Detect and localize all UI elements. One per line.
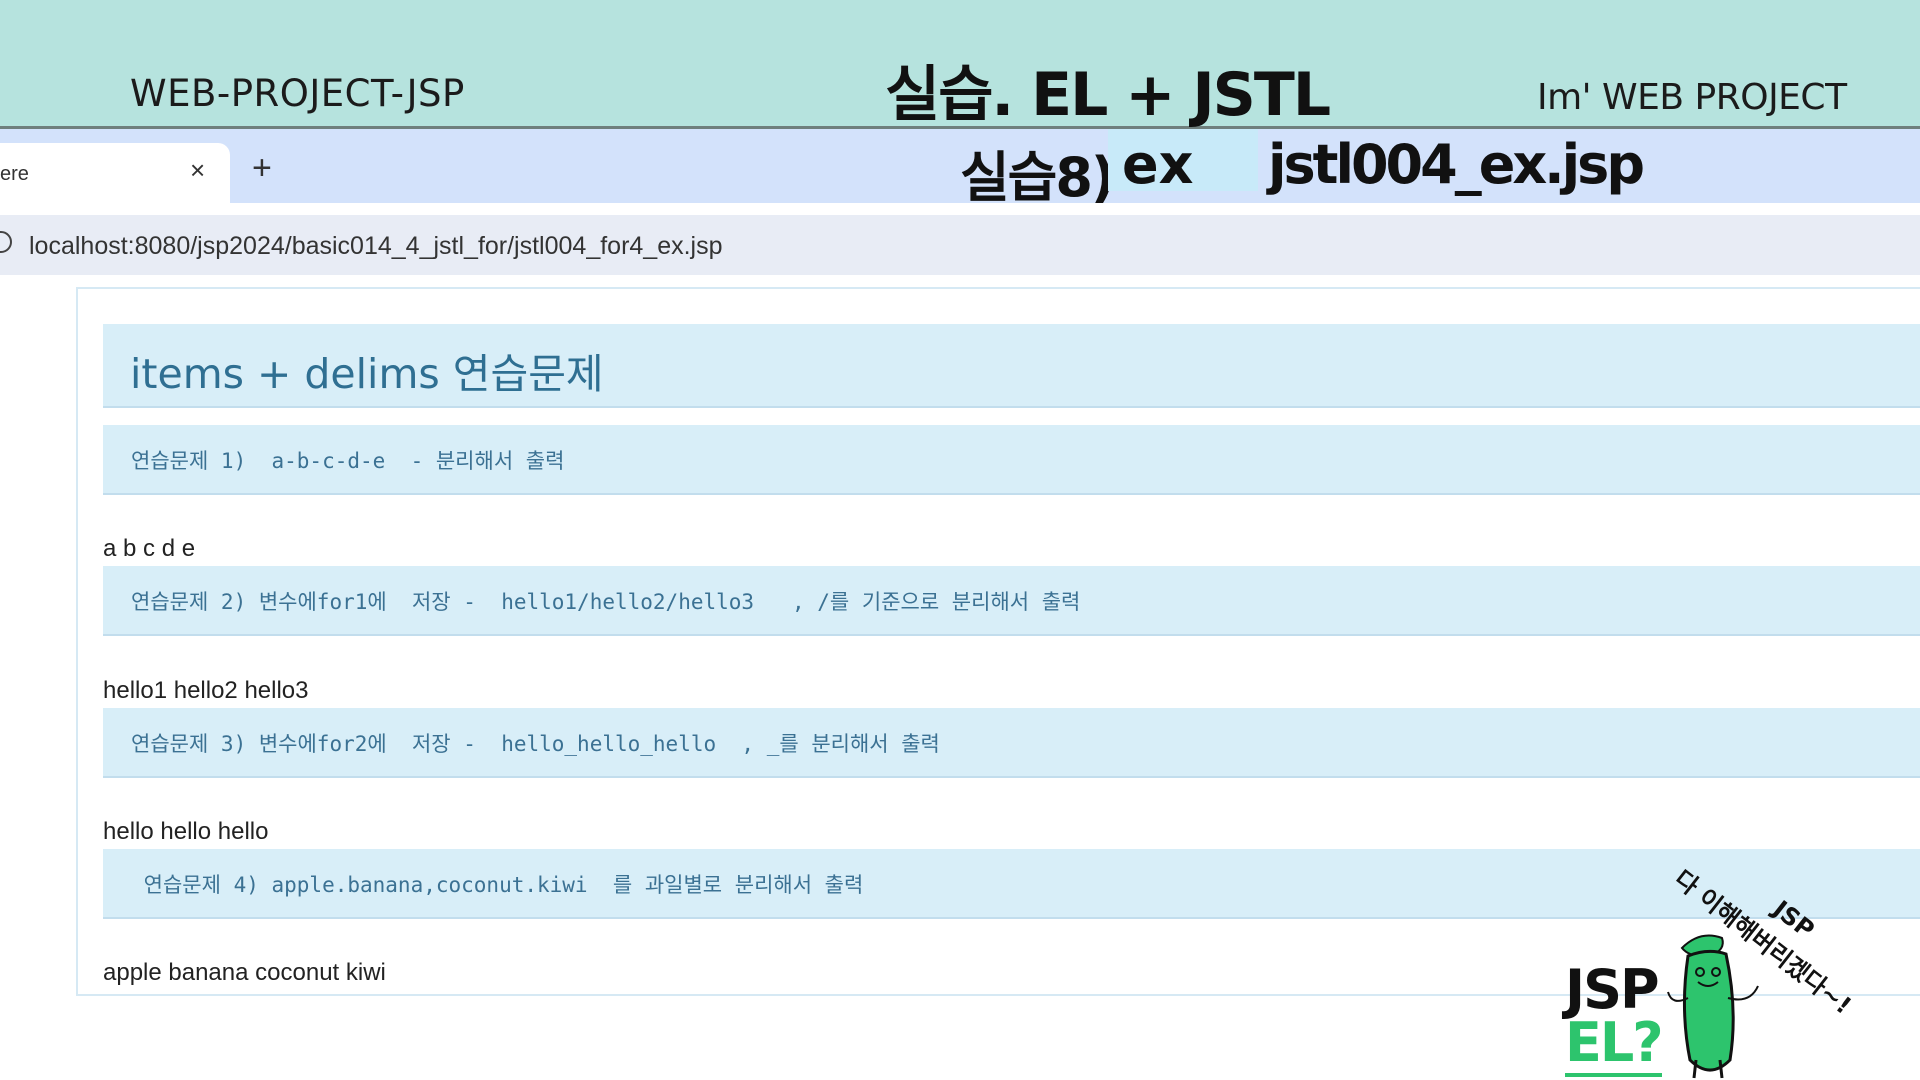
site-info-icon[interactable]	[0, 231, 12, 253]
close-icon[interactable]: ×	[190, 155, 205, 186]
course-label: WEB-PROJECT-JSP	[130, 72, 465, 115]
address-bar[interactable]: localhost:8080/jsp2024/basic014_4_jstl_f…	[0, 215, 1920, 275]
question-box-2: 연습문제 2) 변수에for1에 저장 - hello1/hello2/hell…	[103, 566, 1920, 636]
answer-4: apple banana coconut kiwi	[103, 959, 386, 986]
practice-title: 실습8)	[960, 146, 1116, 209]
answer-3: hello hello hello	[103, 818, 269, 845]
mascot-el-label: EL?	[1565, 1013, 1664, 1077]
slide-title: 실습. EL + JSTL	[885, 60, 1331, 130]
new-tab-button[interactable]: +	[252, 151, 272, 185]
question-box-3: 연습문제 3) 변수에for2에 저장 - hello_hello_hello …	[103, 708, 1920, 778]
practice-file-name: jstl004_ex.jsp	[1268, 133, 1645, 196]
question-text-1: 연습문제 1) a-b-c-d-e - 분리해서 출력	[131, 449, 565, 473]
question-box-1: 연습문제 1) a-b-c-d-e - 분리해서 출력	[103, 425, 1920, 495]
question-text-4: 연습문제 4) apple.banana,coconut.kiwi 를 과일별로…	[131, 873, 864, 897]
browser-tab-strip: ere × + 실습8) ex jstl004_ex.jsp	[0, 129, 1920, 209]
url-text[interactable]: localhost:8080/jsp2024/basic014_4_jstl_f…	[29, 232, 723, 261]
question-text-2: 연습문제 2) 변수에for1에 저장 - hello1/hello2/hell…	[131, 590, 1081, 614]
question-text-3: 연습문제 3) 변수에for2에 저장 - hello_hello_hello …	[131, 732, 940, 756]
tab-title: ere	[0, 163, 29, 185]
page-jumbotron: items + delims 연습문제	[103, 324, 1920, 408]
brand-label: Im' WEB PROJECT	[1537, 77, 1847, 118]
browser-tab[interactable]: ere ×	[0, 143, 230, 203]
page-title: items + delims 연습문제	[130, 350, 604, 398]
answer-1: a b c d e	[103, 535, 196, 562]
practice-ex-highlight: ex	[1108, 129, 1258, 196]
question-box-4: 연습문제 4) apple.banana,coconut.kiwi 를 과일별로…	[103, 849, 1920, 919]
practice-ex-label: ex	[1122, 133, 1194, 196]
slide-header: WEB-PROJECT-JSP 실습. EL + JSTL Im' WEB PR…	[0, 0, 1920, 130]
answer-2: hello1 hello2 hello3	[103, 677, 309, 704]
